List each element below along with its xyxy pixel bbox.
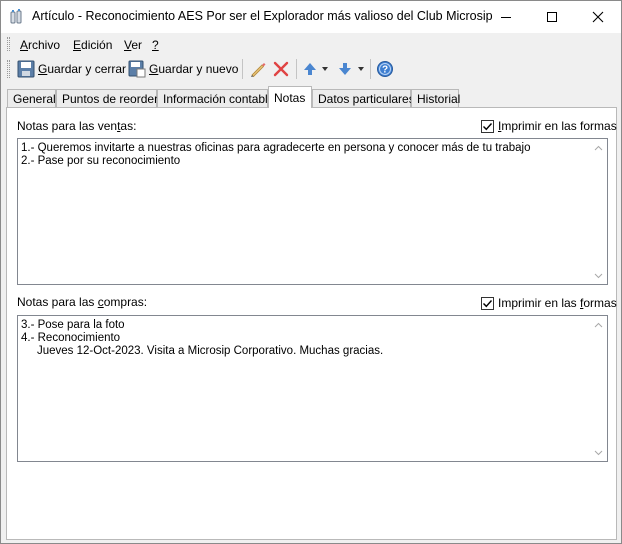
menu-grip[interactable] xyxy=(7,37,10,51)
purchase-print-label: Imprimir en las formas xyxy=(498,296,617,310)
sales-print-label: Imprimir en las formas xyxy=(498,119,617,133)
toolbar-separator xyxy=(296,59,297,79)
save-icon xyxy=(17,60,35,78)
chevron-down-icon xyxy=(594,273,603,278)
chevron-down-icon xyxy=(594,450,603,455)
purchase-notes-scrollbar[interactable] xyxy=(590,316,607,461)
delete-button[interactable] xyxy=(272,58,290,80)
menu-archivo[interactable]: Archivo xyxy=(20,38,60,52)
save-close-button[interactable]: Guardar y cerrar xyxy=(17,58,126,80)
tab-informacion-contable[interactable]: Información contable xyxy=(157,89,274,107)
notes-panel: Notas para las ventas: Imprimir en las f… xyxy=(6,107,617,540)
close-icon xyxy=(592,11,604,23)
check-icon xyxy=(483,122,493,130)
sales-notes-scrollbar[interactable] xyxy=(590,139,607,284)
close-button[interactable] xyxy=(575,1,621,33)
purchase-notes-textarea[interactable]: 3.- Pose para la foto 4.- Reconocimiento… xyxy=(17,315,608,462)
check-icon xyxy=(483,299,493,307)
scroll-down-arrow[interactable] xyxy=(590,444,607,461)
toolbar: Guardar y cerrar Guardar y nuevo ? xyxy=(1,56,621,82)
move-down-button[interactable] xyxy=(336,58,354,80)
menu-edicion[interactable]: Edición xyxy=(73,38,112,52)
checkbox-box[interactable] xyxy=(481,119,494,133)
sales-notes-label: Notas para las ventas: xyxy=(17,119,137,133)
delete-icon xyxy=(273,61,289,77)
title-bar[interactable]: Artículo - Reconocimiento AES Por ser el… xyxy=(1,1,621,33)
arrow-up-icon xyxy=(304,63,316,75)
chevron-up-icon xyxy=(594,145,603,150)
minimize-button[interactable] xyxy=(483,1,529,33)
tab-datos-particulares[interactable]: Datos particulares xyxy=(312,89,415,107)
svg-text:?: ? xyxy=(382,65,388,76)
chevron-down-icon xyxy=(322,67,328,71)
move-down-dropdown[interactable] xyxy=(357,58,365,80)
purchase-notes-text[interactable]: 3.- Pose para la foto 4.- Reconocimiento… xyxy=(21,319,383,358)
maximize-button[interactable] xyxy=(529,1,575,33)
tab-notas[interactable]: Notas xyxy=(268,86,312,108)
tab-general[interactable]: General xyxy=(7,89,56,107)
purchase-print-checkbox[interactable]: Imprimir en las formas xyxy=(481,296,617,310)
menu-bar: Archivo Edición Ver ? xyxy=(1,33,621,55)
help-button[interactable]: ? xyxy=(376,58,394,80)
checkbox-box[interactable] xyxy=(481,296,494,310)
tab-puntos-de-reorden[interactable]: Puntos de reorden xyxy=(56,89,161,107)
article-window: Artículo - Reconocimiento AES Por ser el… xyxy=(0,0,622,544)
save-new-icon xyxy=(128,60,146,78)
toolbar-grip[interactable] xyxy=(7,60,10,78)
help-icon: ? xyxy=(377,61,393,77)
pencil-icon xyxy=(251,63,266,78)
tab-strip: General Puntos de reorden Información co… xyxy=(1,86,621,108)
minimize-icon xyxy=(501,17,511,18)
edit-button[interactable] xyxy=(249,58,267,80)
menu-ver[interactable]: Ver xyxy=(124,38,142,52)
sales-notes-text[interactable]: 1.- Queremos invitarte a nuestras oficin… xyxy=(21,142,530,168)
window-title: Artículo - Reconocimiento AES Por ser el… xyxy=(32,9,493,23)
chevron-up-icon xyxy=(594,322,603,327)
maximize-icon xyxy=(547,12,557,22)
move-up-dropdown[interactable] xyxy=(321,58,329,80)
sales-notes-textarea[interactable]: 1.- Queremos invitarte a nuestras oficin… xyxy=(17,138,608,285)
save-new-button[interactable]: Guardar y nuevo xyxy=(128,58,238,80)
sales-print-checkbox[interactable]: Imprimir en las formas xyxy=(481,119,617,133)
move-up-button[interactable] xyxy=(301,58,319,80)
app-icon xyxy=(10,9,22,24)
scroll-up-arrow[interactable] xyxy=(590,139,607,156)
menu-help[interactable]: ? xyxy=(152,38,159,52)
scroll-down-arrow[interactable] xyxy=(590,267,607,284)
tab-historial[interactable]: Historial xyxy=(411,89,460,107)
chevron-down-icon xyxy=(358,67,364,71)
toolbar-separator xyxy=(242,59,243,79)
purchase-notes-label: Notas para las compras: xyxy=(17,295,148,309)
arrow-down-icon xyxy=(339,63,351,75)
toolbar-separator xyxy=(370,59,371,79)
scroll-up-arrow[interactable] xyxy=(590,316,607,333)
